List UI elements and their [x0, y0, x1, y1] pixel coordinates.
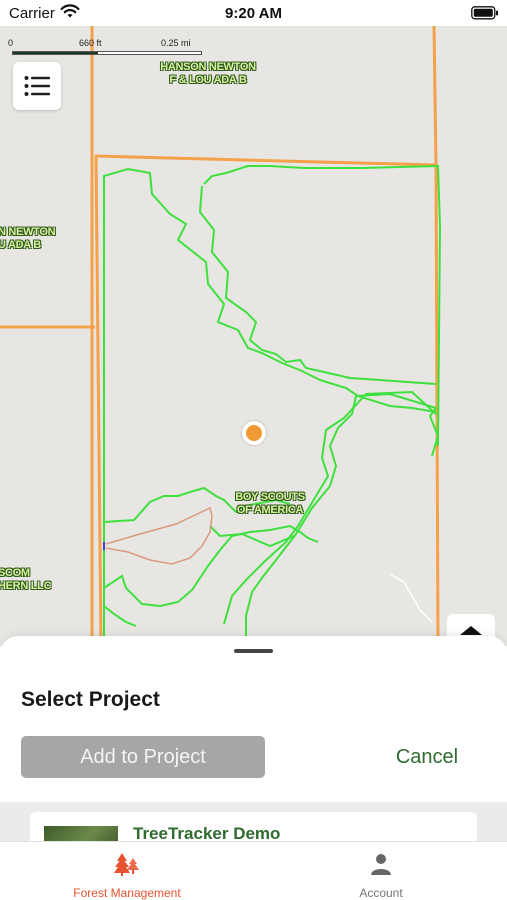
- trees-icon: [0, 852, 254, 876]
- map-scale-bar: 0 660 ft 0.25 mi: [8, 38, 208, 60]
- scale-fill: [13, 52, 98, 54]
- trail-path: [105, 506, 213, 565]
- parcel-label-line: OF AMERICA: [236, 504, 304, 516]
- tab-label: Account: [359, 886, 403, 900]
- parcel-label-hanson-newton: HANSON NEWTON F & LOU ADA B: [148, 61, 268, 87]
- parcel-label-newton-west: N NEWTON U ADA B: [0, 226, 60, 252]
- parcel-label-line: SCOM: [0, 567, 30, 579]
- scale-label-mid: 660 ft: [79, 38, 102, 48]
- scale-label-start: 0: [8, 38, 14, 48]
- scale-track: [12, 51, 202, 55]
- map-menu-button[interactable]: [13, 62, 61, 110]
- battery-icon: [471, 6, 499, 25]
- parcel-label-line: HERN LLC: [0, 580, 52, 592]
- project-name: TreeTracker Demo: [133, 824, 281, 841]
- map-features: [0, 26, 442, 646]
- scale-label-end: 0.25 mi: [161, 38, 191, 48]
- person-icon: [254, 852, 507, 876]
- chevron-up-icon: [460, 626, 482, 635]
- parcel-label-line: U ADA B: [0, 239, 41, 251]
- sheet-title: Select Project: [21, 688, 160, 711]
- project-list[interactable]: TreeTracker Demo: [0, 802, 507, 841]
- status-bar: Carrier 9:20 AM: [0, 0, 507, 26]
- list-icon: [24, 76, 50, 96]
- tab-bar: Forest Management Account: [0, 841, 507, 900]
- project-list-item[interactable]: TreeTracker Demo: [30, 812, 477, 841]
- select-project-sheet: Select Project Add to Project Cancel Tre…: [0, 636, 507, 841]
- current-location-marker: [242, 421, 266, 445]
- parcel-label-line: F & LOU ADA B: [169, 74, 247, 86]
- tab-label: Forest Management: [73, 886, 181, 900]
- parcel-label-line: BOY SCOUTS: [235, 491, 305, 503]
- parcel-label-boy-scouts: BOY SCOUTS OF AMERICA: [222, 491, 318, 517]
- parcel-label-scom-hern: SCOM HERN LLC: [0, 567, 58, 593]
- parcel-lines: [0, 26, 440, 646]
- status-time: 9:20 AM: [225, 5, 282, 22]
- parcel-label-line: HANSON NEWTON: [160, 61, 256, 73]
- tab-forest-management[interactable]: Forest Management: [0, 842, 254, 900]
- road-line: [389, 573, 433, 623]
- map-view[interactable]: 0 660 ft 0.25 mi HANSON NEWTON F & LOU A…: [0, 26, 507, 646]
- tab-account[interactable]: Account: [254, 842, 507, 900]
- parcel-label-line: N NEWTON: [0, 226, 56, 238]
- project-thumbnail: [44, 826, 118, 841]
- sheet-grabber[interactable]: [234, 649, 273, 653]
- add-to-project-button[interactable]: Add to Project: [21, 736, 265, 778]
- property-boundary: [103, 164, 442, 646]
- cancel-button[interactable]: Cancel: [372, 742, 482, 772]
